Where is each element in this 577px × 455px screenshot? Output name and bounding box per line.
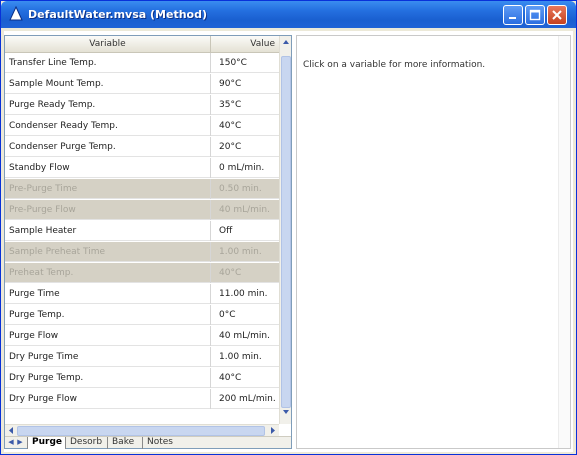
- variable-value-cell[interactable]: 40 mL/min.: [212, 326, 279, 346]
- variable-value-cell[interactable]: 40°C: [212, 263, 279, 283]
- tab-notes[interactable]: Notes: [142, 437, 177, 449]
- minimize-button[interactable]: [503, 5, 523, 25]
- tab-desorb[interactable]: Desorb: [65, 437, 106, 449]
- variable-value-cell[interactable]: 1.00 min.: [212, 347, 279, 367]
- grid-row[interactable]: Dry Purge Flow 200 mL/min.: [5, 389, 279, 409]
- variable-value-cell[interactable]: 0 mL/min.: [212, 158, 279, 178]
- tab-next-icon[interactable]: ▶: [16, 438, 24, 447]
- tab-bar: ◀ ▶ Purge Desorb Bake Notes: [5, 436, 291, 449]
- grid-row[interactable]: Purge Temp. 0°C: [5, 305, 279, 325]
- grid-row[interactable]: Purge Time 11.00 min.: [5, 284, 279, 304]
- variable-value-cell[interactable]: 40 mL/min.: [212, 200, 279, 220]
- variable-value-cell[interactable]: 1.00 min.: [212, 242, 279, 262]
- variable-name-cell[interactable]: Condenser Ready Temp.: [5, 116, 211, 136]
- grid-row[interactable]: Pre-Purge Flow 40 mL/min.: [5, 200, 279, 220]
- grid-row[interactable]: Condenser Purge Temp. 20°C: [5, 137, 279, 157]
- variables-pane: Variable Value Transfer Line Temp. 150°C S…: [4, 35, 292, 449]
- variable-value-cell[interactable]: 35°C: [212, 95, 279, 115]
- tab-prev-icon[interactable]: ◀: [7, 438, 15, 447]
- close-button[interactable]: [547, 5, 567, 25]
- grid-row[interactable]: Dry Purge Temp. 40°C: [5, 368, 279, 388]
- scroll-down-icon[interactable]: [280, 406, 292, 418]
- vertical-scroll-thumb[interactable]: [281, 56, 291, 408]
- info-pane: Click on a variable for more information…: [296, 35, 571, 449]
- variable-value-cell[interactable]: 0°C: [212, 305, 279, 325]
- grid-header: Variable Value: [5, 36, 279, 53]
- grid-row[interactable]: Sample Preheat Time 1.00 min.: [5, 242, 279, 262]
- variable-name-cell[interactable]: Sample Mount Temp.: [5, 74, 211, 94]
- grid-row[interactable]: Sample Mount Temp. 90°C: [5, 74, 279, 94]
- maximize-icon: [529, 9, 541, 21]
- variable-name-cell[interactable]: Preheat Temp.: [5, 263, 211, 283]
- variable-name-cell[interactable]: Condenser Purge Temp.: [5, 137, 211, 157]
- horizontal-scroll-thumb[interactable]: [17, 426, 265, 436]
- maximize-button[interactable]: [525, 5, 545, 25]
- grid-row[interactable]: Sample Heater Off: [5, 221, 279, 241]
- variable-name-cell[interactable]: Sample Heater: [5, 221, 211, 241]
- variable-name-cell[interactable]: Dry Purge Flow: [5, 389, 211, 409]
- variable-value-cell[interactable]: 200 mL/min.: [212, 389, 279, 409]
- variables-grid: Variable Value Transfer Line Temp. 150°C S…: [5, 36, 279, 424]
- variable-name-cell[interactable]: Transfer Line Temp.: [5, 53, 211, 73]
- vertical-scrollbar[interactable]: [279, 36, 291, 424]
- variable-name-cell[interactable]: Purge Ready Temp.: [5, 95, 211, 115]
- info-scrollbar[interactable]: [558, 36, 570, 448]
- variable-value-cell[interactable]: 11.00 min.: [212, 284, 279, 304]
- info-text: Click on a variable for more information…: [303, 60, 486, 70]
- scroll-left-icon[interactable]: [5, 425, 17, 436]
- minimize-icon: [509, 17, 516, 19]
- variable-name-cell[interactable]: Pre-Purge Flow: [5, 200, 211, 220]
- variable-name-cell[interactable]: Purge Flow: [5, 326, 211, 346]
- variable-name-cell[interactable]: Pre-Purge Time: [5, 179, 211, 199]
- window-title: DefaultWater.mvsa (Method): [28, 8, 207, 21]
- variable-value-cell[interactable]: 150°C: [212, 53, 279, 73]
- tab-purge[interactable]: Purge: [27, 437, 66, 449]
- variable-name-cell[interactable]: Dry Purge Temp.: [5, 368, 211, 388]
- scroll-right-icon[interactable]: [267, 425, 279, 436]
- variable-value-cell[interactable]: Off: [212, 221, 279, 241]
- method-window: DefaultWater.mvsa (Method) Variable Valu…: [0, 0, 577, 455]
- grid-row[interactable]: Purge Ready Temp. 35°C: [5, 95, 279, 115]
- variable-value-cell[interactable]: 40°C: [212, 368, 279, 388]
- variable-value-cell[interactable]: 90°C: [212, 74, 279, 94]
- variable-name-cell[interactable]: Sample Preheat Time: [5, 242, 211, 262]
- scroll-up-icon[interactable]: [280, 36, 292, 48]
- column-header-value[interactable]: Value: [212, 36, 279, 53]
- grid-row[interactable]: Pre-Purge Time 0.50 min.: [5, 179, 279, 199]
- variable-value-cell[interactable]: 0.50 min.: [212, 179, 279, 199]
- grid-row[interactable]: Transfer Line Temp. 150°C: [5, 53, 279, 73]
- grid-row[interactable]: Preheat Temp. 40°C: [5, 263, 279, 283]
- tab-bake[interactable]: Bake: [107, 437, 138, 449]
- variable-name-cell[interactable]: Purge Time: [5, 284, 211, 304]
- grid-row[interactable]: Standby Flow 0 mL/min.: [5, 158, 279, 178]
- window-client: Variable Value Transfer Line Temp. 150°C S…: [4, 31, 573, 452]
- column-header-variable[interactable]: Variable: [5, 36, 211, 53]
- close-icon: [552, 10, 562, 20]
- grid-row[interactable]: Purge Flow 40 mL/min.: [5, 326, 279, 346]
- variable-value-cell[interactable]: 20°C: [212, 137, 279, 157]
- variable-value-cell[interactable]: 40°C: [212, 116, 279, 136]
- variable-name-cell[interactable]: Dry Purge Time: [5, 347, 211, 367]
- app-icon: [9, 6, 23, 21]
- grid-row[interactable]: Dry Purge Time 1.00 min.: [5, 347, 279, 367]
- grid-row[interactable]: Condenser Ready Temp. 40°C: [5, 116, 279, 136]
- variable-name-cell[interactable]: Purge Temp.: [5, 305, 211, 325]
- variable-name-cell[interactable]: Standby Flow: [5, 158, 211, 178]
- horizontal-scrollbar[interactable]: [5, 424, 279, 436]
- title-bar[interactable]: DefaultWater.mvsa (Method): [1, 1, 576, 28]
